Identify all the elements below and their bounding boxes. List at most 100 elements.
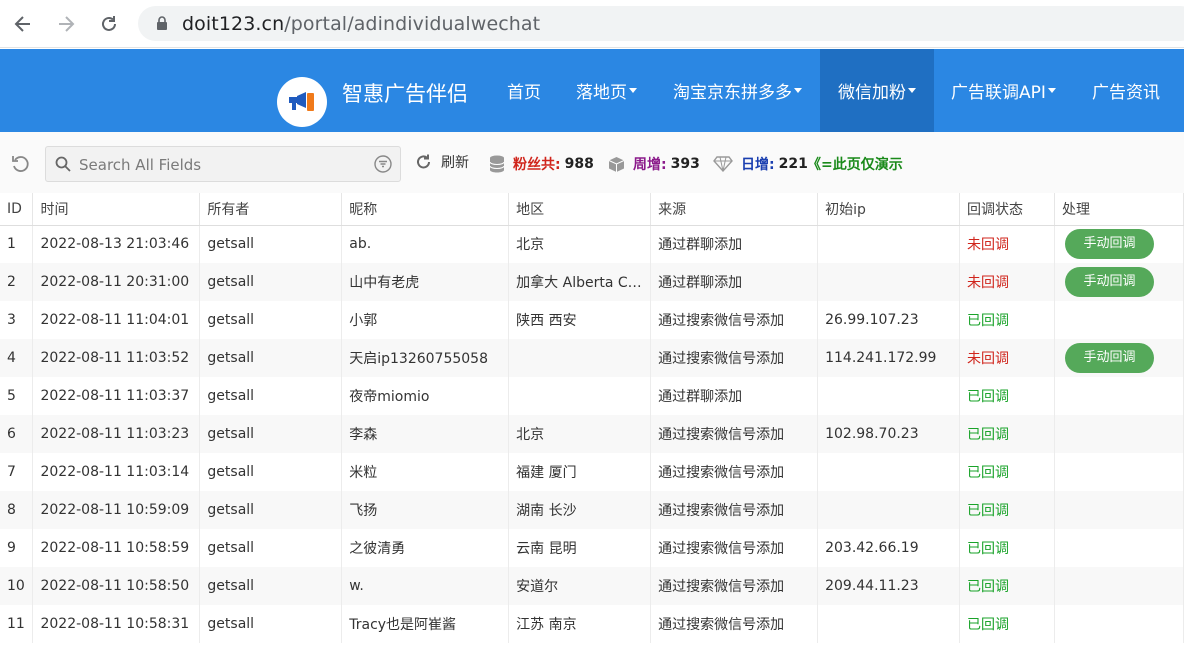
manual-callback-button[interactable]: 手动回调 xyxy=(1064,343,1154,373)
column-header[interactable]: 时间 xyxy=(32,193,201,226)
cell-action xyxy=(1054,605,1184,643)
cell-id: 8 xyxy=(0,491,34,529)
nav-ecommerce-label: 淘宝京东拼多多 xyxy=(673,83,792,103)
cell-action: 手动回调 xyxy=(1054,263,1184,301)
cell-callback-status: 已回调 xyxy=(959,453,1055,491)
cell-id: 7 xyxy=(0,453,34,491)
nav-api-label: 广告联调API xyxy=(951,83,1046,103)
cell-owner: getsall xyxy=(199,225,343,263)
column-header[interactable]: 处理 xyxy=(1054,193,1184,226)
cell-callback-status: 已回调 xyxy=(959,605,1055,643)
back-arrow-icon[interactable] xyxy=(9,10,37,38)
cell-action xyxy=(1054,567,1184,605)
cell-source: 通过搜索微信号添加 xyxy=(650,301,819,339)
demo-note: 《=此页仅演示 xyxy=(807,157,903,173)
column-header[interactable]: 回调状态 xyxy=(959,193,1055,226)
cell-source: 通过搜索微信号添加 xyxy=(650,529,819,567)
brand-logo[interactable] xyxy=(277,77,327,127)
table-row: 5 2022-08-11 11:03:37 getsall 夜帝miomio 通过群聊添… xyxy=(0,377,1184,415)
manual-callback-button[interactable]: 手动回调 xyxy=(1064,229,1154,260)
cell-ip xyxy=(817,225,961,263)
manual-callback-button[interactable]: 手动回调 xyxy=(1064,267,1154,297)
nav-news-label: 广告资讯 xyxy=(1092,83,1160,103)
diamond-icon xyxy=(713,156,733,172)
url-host: doit123.cn xyxy=(182,13,285,35)
nav-wechat-fans[interactable]: 微信加粉 xyxy=(820,49,934,132)
cell-nickname: 飞扬 xyxy=(341,491,510,529)
cell-time: 2022-08-11 10:58:31 xyxy=(32,605,201,643)
table-header-row: ID 时间 所有者 昵称 地区 来源 初始ip 回调状态 处理 xyxy=(0,193,1184,226)
cell-nickname: Tracy也是阿崔酱 xyxy=(341,605,510,643)
reset-icon[interactable] xyxy=(10,154,30,178)
column-header[interactable]: ID xyxy=(0,193,34,226)
refresh-button[interactable]: 刷新 xyxy=(415,152,469,172)
cell-nickname: 之彼清勇 xyxy=(341,529,510,567)
column-header[interactable]: 来源 xyxy=(650,193,819,226)
cell-region: 北京 xyxy=(508,225,652,263)
cell-ip xyxy=(817,491,961,529)
cell-owner: getsall xyxy=(199,263,343,301)
search-field[interactable] xyxy=(45,146,401,182)
cell-action: 手动回调 xyxy=(1054,225,1184,263)
weekly-increase-stat: 周增: 393 xyxy=(608,154,700,174)
cell-owner: getsall xyxy=(199,377,343,415)
nav-home[interactable]: 首页 xyxy=(507,49,541,132)
cell-time: 2022-08-11 10:58:59 xyxy=(32,529,201,567)
table-toolbar: 刷新 粉丝共:988 周增:393 日增:221 《=此页仅演示 xyxy=(0,132,1184,194)
cell-owner: getsall xyxy=(199,567,343,605)
fans-total-stat: 粉丝共: 988 xyxy=(489,154,594,174)
day-label: 日增: xyxy=(741,157,775,173)
cell-ip: 102.98.70.23 xyxy=(817,415,961,453)
cell-id: 10 xyxy=(0,567,34,605)
cell-ip: 26.99.107.23 xyxy=(817,301,961,339)
cell-ip xyxy=(817,377,961,415)
column-header[interactable]: 初始ip xyxy=(817,193,961,226)
fans-label: 粉丝共: xyxy=(513,157,561,173)
cell-ip xyxy=(817,263,961,301)
caret-down-icon xyxy=(629,88,637,93)
nav-ecommerce[interactable]: 淘宝京东拼多多 xyxy=(673,49,802,132)
cell-source: 通过群聊添加 xyxy=(650,377,819,415)
cell-ip: 203.42.66.19 xyxy=(817,529,961,567)
nav-ad-api[interactable]: 广告联调API xyxy=(951,49,1056,132)
url-path: /portal/adindividualwechat xyxy=(284,13,541,35)
nav-home-label: 首页 xyxy=(507,83,541,103)
cell-region xyxy=(508,377,652,415)
column-header[interactable]: 昵称 xyxy=(341,193,510,226)
cell-nickname: 山中有老虎 xyxy=(341,263,510,301)
search-input[interactable] xyxy=(79,154,369,176)
cell-region: 福建 厦门 xyxy=(508,453,652,491)
nav-ad-news[interactable]: 广告资讯 xyxy=(1092,49,1160,132)
url-text: doit123.cn/portal/adindividualwechat xyxy=(182,13,540,35)
table-row: 2 2022-08-11 20:31:00 getsall 山中有老虎 加拿大 Albe… xyxy=(0,263,1184,301)
cell-id: 11 xyxy=(0,605,34,643)
nav-landing-label: 落地页 xyxy=(576,83,627,103)
cell-owner: getsall xyxy=(199,491,343,529)
wechat-fans-table: ID 时间 所有者 昵称 地区 来源 初始ip 回调状态 处理 1 2022-08… xyxy=(0,193,1184,643)
table-row: 3 2022-08-11 11:04:01 getsall 小郭 陕西 西安 通过搜索微信… xyxy=(0,301,1184,339)
forward-arrow-icon[interactable] xyxy=(52,10,80,38)
cell-source: 通过搜索微信号添加 xyxy=(650,605,819,643)
cell-region: 北京 xyxy=(508,415,652,453)
column-header[interactable]: 地区 xyxy=(508,193,652,226)
brand-name[interactable]: 智惠广告伴侣 xyxy=(342,78,468,108)
cell-region: 安道尔 xyxy=(508,567,652,605)
cell-id: 2 xyxy=(0,263,34,301)
reload-icon[interactable] xyxy=(95,10,123,38)
cell-owner: getsall xyxy=(199,339,343,377)
cell-region xyxy=(508,339,652,377)
address-bar[interactable]: doit123.cn/portal/adindividualwechat xyxy=(138,6,1184,41)
filter-icon[interactable] xyxy=(374,155,392,177)
table-row: 10 2022-08-11 10:58:50 getsall w. 安道尔 通过搜索微信号… xyxy=(0,567,1184,605)
cell-time: 2022-08-11 11:04:01 xyxy=(32,301,201,339)
cell-time: 2022-08-11 11:03:23 xyxy=(32,415,201,453)
cell-id: 3 xyxy=(0,301,34,339)
cell-nickname: 米粒 xyxy=(341,453,510,491)
cell-owner: getsall xyxy=(199,453,343,491)
column-header[interactable]: 所有者 xyxy=(199,193,343,226)
cell-time: 2022-08-11 10:58:50 xyxy=(32,567,201,605)
cell-ip xyxy=(817,605,961,643)
cell-callback-status: 已回调 xyxy=(959,567,1055,605)
nav-landing-page[interactable]: 落地页 xyxy=(576,49,637,132)
nav-wechat-label: 微信加粉 xyxy=(838,83,906,103)
